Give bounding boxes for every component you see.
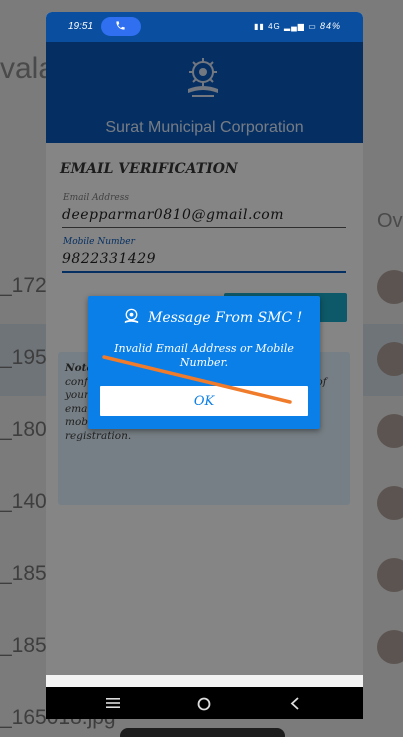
signal-icon: ▮▮ [254,22,265,31]
smc-emblem-icon [124,308,139,324]
gesture-bar [120,728,285,737]
status-icons: ▮▮ 4G ▂▄▆ ▭ 84% [254,21,341,31]
battery-icon: ▭ [308,22,317,31]
call-indicator[interactable] [101,17,141,36]
recent-apps-icon[interactable] [106,697,120,709]
message-dialog: Message From SMC ! Invalid Email Address… [88,296,320,429]
background-header: Ov [377,210,403,232]
status-bar: 19:51 ▮▮ 4G ▂▄▆ ▭ 84% [46,12,363,42]
home-icon[interactable] [197,697,211,711]
ok-button[interactable]: OK [100,386,308,416]
battery-level: 84% [319,21,341,31]
signal-bars-icon: ▂▄▆ [283,22,305,31]
dialog-title: Message From SMC ! [148,310,303,326]
phone-icon [116,21,125,30]
network-type: 4G [268,22,281,31]
dialog-message: Invalid Email Address or Mobile Number. [114,342,294,369]
navigation-bar [46,687,363,719]
status-time: 19:51 [68,21,94,32]
back-icon[interactable] [290,697,300,710]
